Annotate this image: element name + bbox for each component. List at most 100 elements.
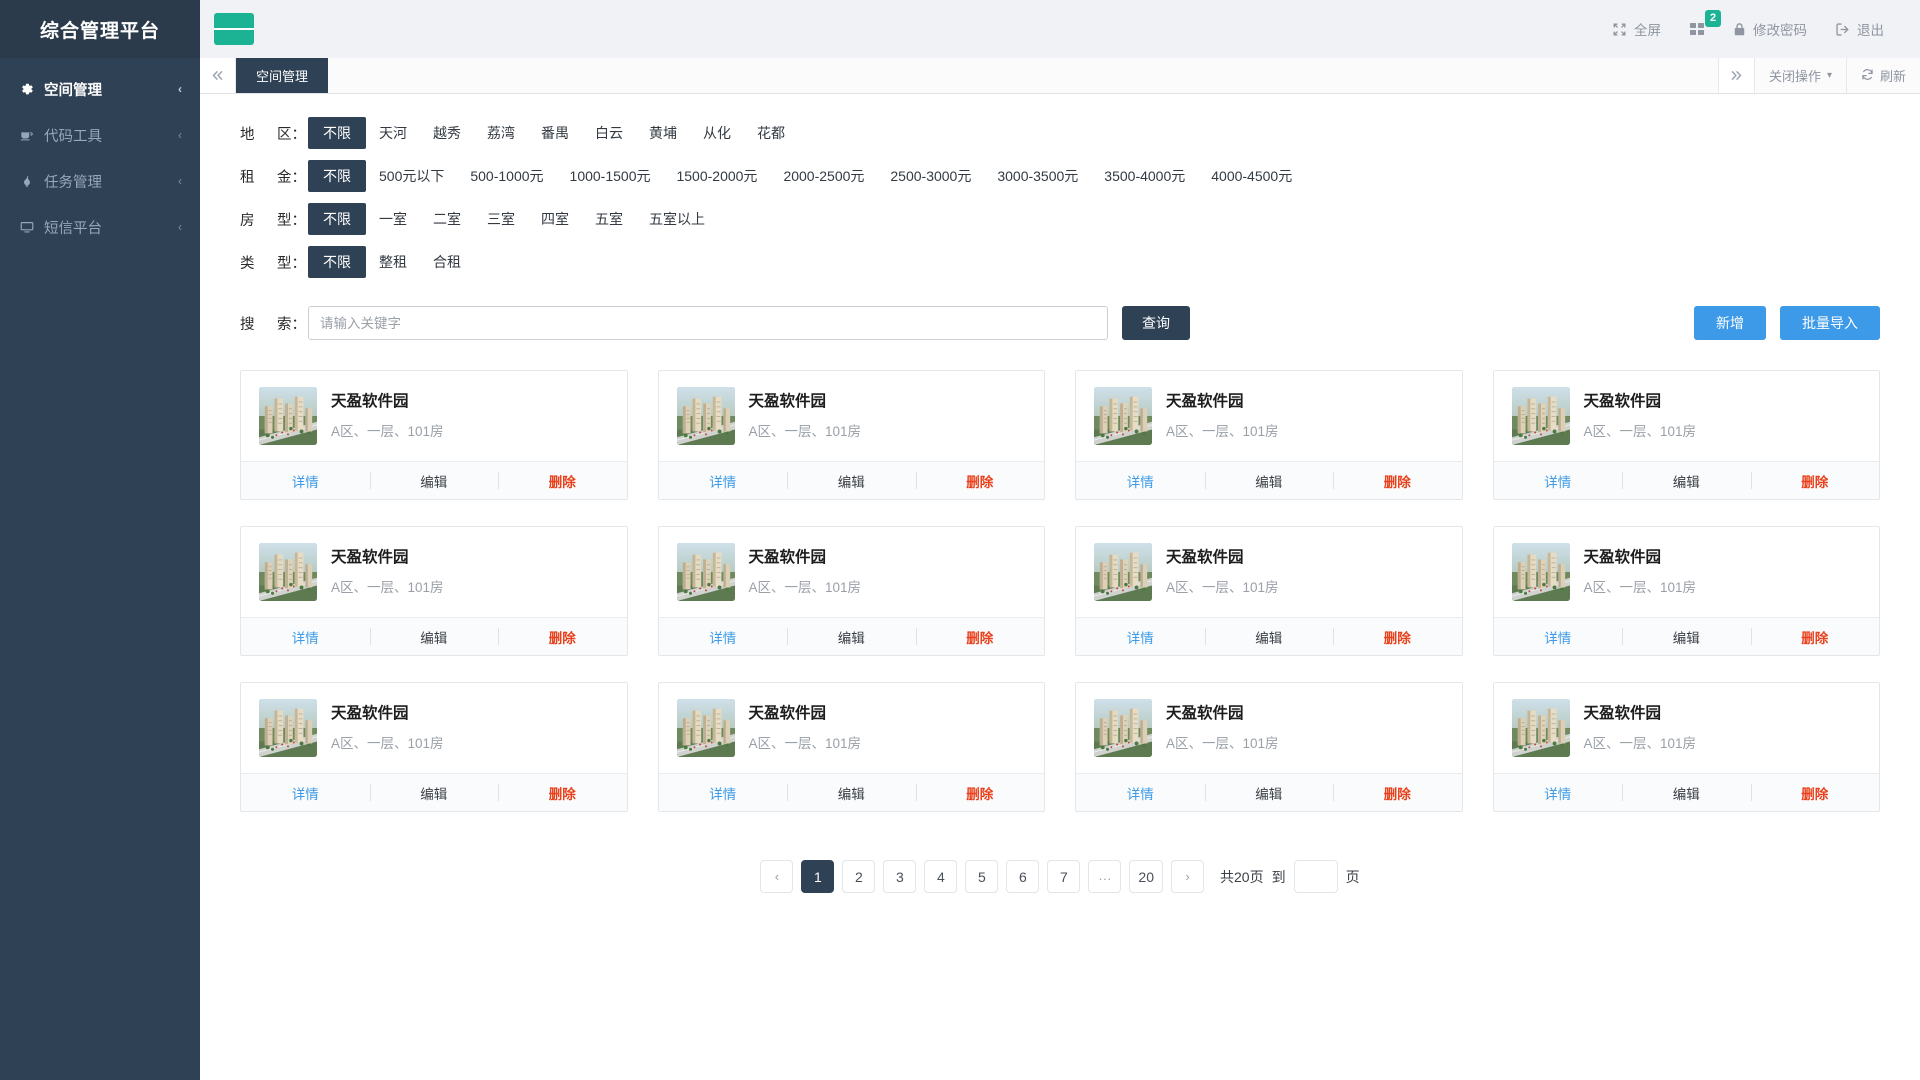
page-jump-input[interactable] [1293,860,1338,893]
fullscreen-button[interactable]: 全屏 [1598,0,1675,58]
search-input[interactable] [308,306,1108,340]
property-card[interactable]: 天盈软件园 A区、一层、101房 详情 编辑 删除 [657,526,1045,656]
edit-action[interactable]: 编辑 [1204,462,1334,499]
filter-option[interactable]: 三室 [474,203,528,235]
filter-option[interactable]: 天河 [366,117,420,149]
detail-action[interactable]: 详情 [1494,462,1623,499]
filter-option[interactable]: 二室 [420,203,474,235]
page-button[interactable]: 1 [801,860,835,893]
property-card[interactable]: 天盈软件园 A区、一层、101房 详情 编辑 删除 [240,370,628,500]
filter-option[interactable]: 整租 [366,246,420,278]
edit-action[interactable]: 编辑 [1622,618,1751,655]
menu-toggle-button[interactable] [214,13,254,45]
filter-option[interactable]: 2000-2500元 [770,160,877,192]
filter-option[interactable]: 番禺 [528,117,582,149]
detail-action[interactable]: 详情 [241,774,370,811]
logout-button[interactable]: 退出 [1821,0,1898,58]
close-operations-dropdown[interactable]: 关闭操作 ▾ [1753,58,1846,93]
detail-action[interactable]: 详情 [241,618,370,655]
edit-action[interactable]: 编辑 [1204,618,1334,655]
detail-action[interactable]: 详情 [1076,774,1205,811]
property-card[interactable]: 天盈软件园 A区、一层、101房 详情 编辑 删除 [240,682,628,812]
detail-action[interactable]: 详情 [1494,618,1623,655]
filter-option[interactable]: 一室 [366,203,420,235]
property-card[interactable]: 天盈软件园 A区、一层、101房 详情 编辑 删除 [240,526,628,656]
detail-action[interactable]: 详情 [659,462,788,499]
filter-option[interactable]: 越秀 [420,117,474,149]
edit-action[interactable]: 编辑 [369,774,499,811]
page-button[interactable]: 3 [883,860,917,893]
delete-action[interactable]: 删除 [915,774,1045,811]
edit-action[interactable]: 编辑 [1622,462,1751,499]
filter-option[interactable]: 白云 [582,117,636,149]
filter-option[interactable]: 五室以上 [636,203,718,235]
delete-action[interactable]: 删除 [498,462,627,499]
detail-action[interactable]: 详情 [241,462,370,499]
filter-option[interactable]: 不限 [308,246,366,278]
double-chevron-left-icon[interactable] [200,58,236,93]
property-card[interactable]: 天盈软件园 A区、一层、101房 详情 编辑 删除 [657,370,1045,500]
filter-option[interactable]: 荔湾 [474,117,528,149]
filter-option[interactable]: 不限 [308,160,366,192]
tab-space-management[interactable]: 空间管理 [236,58,329,93]
property-card[interactable]: 天盈软件园 A区、一层、101房 详情 编辑 删除 [1075,682,1463,812]
apps-grid-button[interactable]: 2 [1675,0,1722,58]
page-button[interactable]: 6 [1006,860,1040,893]
page-button[interactable]: 2 [842,860,876,893]
filter-option[interactable]: 4000-4500元 [1198,160,1305,192]
query-button[interactable]: 查询 [1122,306,1190,340]
delete-action[interactable]: 删除 [1750,462,1880,499]
delete-action[interactable]: 删除 [915,618,1045,655]
delete-action[interactable]: 删除 [498,618,627,655]
delete-action[interactable]: 删除 [498,774,627,811]
edit-action[interactable]: 编辑 [787,618,916,655]
property-card[interactable]: 天盈软件园 A区、一层、101房 详情 编辑 删除 [1492,370,1880,500]
delete-action[interactable]: 删除 [1333,462,1462,499]
filter-option[interactable]: 2500-3000元 [877,160,984,192]
delete-action[interactable]: 删除 [1750,618,1880,655]
edit-action[interactable]: 编辑 [369,462,499,499]
filter-option[interactable]: 3500-4000元 [1091,160,1198,192]
sidebar-item-space-management[interactable]: 空间管理 ‹ [0,66,200,112]
filter-option[interactable]: 1000-1500元 [557,160,664,192]
property-card[interactable]: 天盈软件园 A区、一层、101房 详情 编辑 删除 [657,682,1045,812]
filter-option[interactable]: 黄埔 [636,117,690,149]
filter-option[interactable]: 1500-2000元 [663,160,770,192]
edit-action[interactable]: 编辑 [787,462,916,499]
edit-action[interactable]: 编辑 [369,618,499,655]
edit-action[interactable]: 编辑 [787,774,916,811]
page-button[interactable]: 4 [924,860,958,893]
property-card[interactable]: 天盈软件园 A区、一层、101房 详情 编辑 删除 [1492,682,1880,812]
page-prev-button[interactable]: ‹ [760,860,794,893]
filter-option[interactable]: 不限 [308,203,366,235]
detail-action[interactable]: 详情 [1076,462,1205,499]
filter-option[interactable]: 五室 [582,203,636,235]
double-chevron-right-icon[interactable] [1717,58,1754,93]
edit-action[interactable]: 编辑 [1622,774,1751,811]
page-next-button[interactable]: › [1171,860,1204,893]
filter-option[interactable]: 500元以下 [366,160,457,192]
filter-option[interactable]: 花都 [744,117,798,149]
bulk-import-button[interactable]: 批量导入 [1780,306,1880,340]
delete-action[interactable]: 删除 [1750,774,1880,811]
edit-action[interactable]: 编辑 [1204,774,1334,811]
detail-action[interactable]: 详情 [1076,618,1205,655]
page-button[interactable]: 7 [1047,860,1081,893]
filter-option[interactable]: 合租 [420,246,474,278]
sidebar-item-task-management[interactable]: 任务管理 ‹ [0,158,200,204]
sidebar-item-code-tools[interactable]: 代码工具 ‹ [0,112,200,158]
property-card[interactable]: 天盈软件园 A区、一层、101房 详情 编辑 删除 [1075,370,1463,500]
change-password-button[interactable]: 修改密码 [1719,0,1821,58]
page-ellipsis[interactable]: ··· [1088,860,1122,893]
filter-option[interactable]: 500-1000元 [457,160,556,192]
filter-option[interactable]: 四室 [528,203,582,235]
detail-action[interactable]: 详情 [1494,774,1623,811]
delete-action[interactable]: 删除 [1333,774,1462,811]
detail-action[interactable]: 详情 [659,774,788,811]
page-last-button[interactable]: 20 [1129,860,1163,893]
page-button[interactable]: 5 [965,860,999,893]
add-button[interactable]: 新增 [1694,306,1766,340]
refresh-button[interactable]: 刷新 [1845,58,1920,93]
property-card[interactable]: 天盈软件园 A区、一层、101房 详情 编辑 删除 [1075,526,1463,656]
detail-action[interactable]: 详情 [659,618,788,655]
